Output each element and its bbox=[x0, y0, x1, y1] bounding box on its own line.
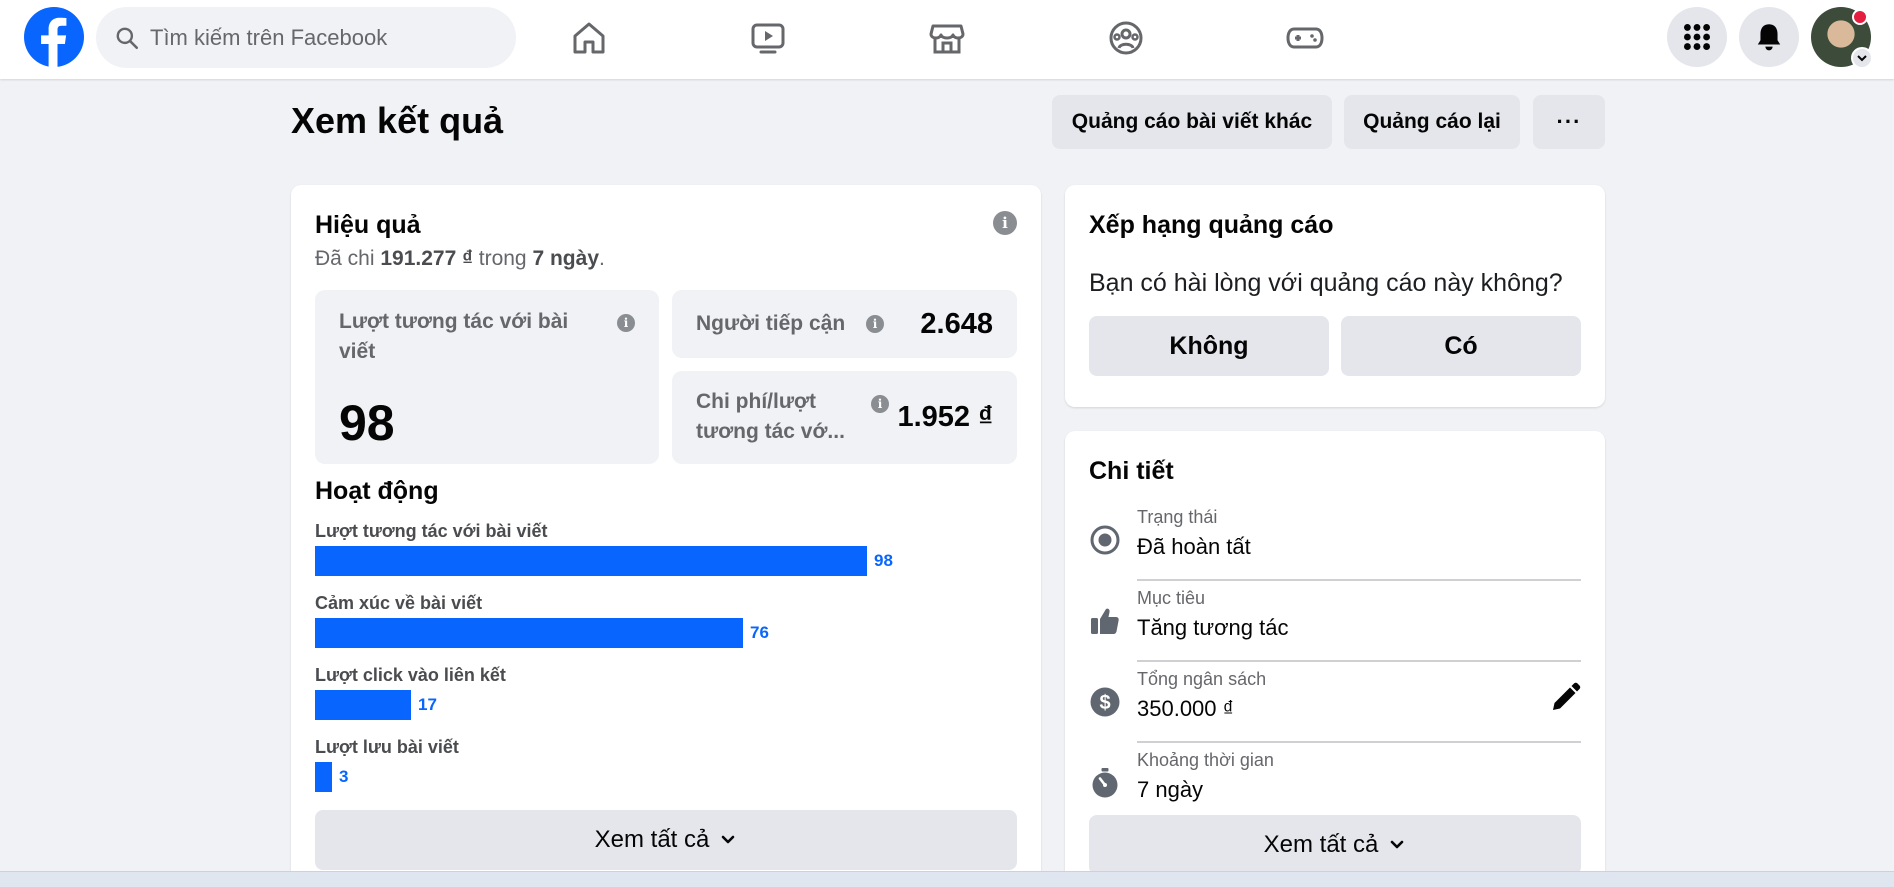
performance-info-icon[interactable]: i bbox=[993, 211, 1017, 235]
search-input[interactable] bbox=[150, 24, 480, 51]
ad-rating-card: Xếp hạng quảng cáo Bạn có hài lòng với q… bbox=[1065, 185, 1605, 407]
detail-label-duration: Khoảng thời gian bbox=[1137, 750, 1274, 770]
activity-see-all-label: Xem tất cả bbox=[594, 826, 710, 853]
detail-value-budget: 350.000 ₫ bbox=[1137, 696, 1234, 721]
details-card: Chi tiết Trạng thái Đã hoàn tất Mục tiêu… bbox=[1065, 431, 1605, 887]
search-bar[interactable] bbox=[96, 7, 516, 68]
details-see-all-label: Xem tất cả bbox=[1263, 831, 1379, 858]
more-options-button[interactable]: ··· bbox=[1533, 95, 1605, 149]
engagement-metric-tile: Lượt tương tác với bài viết i 98 bbox=[315, 290, 659, 464]
details-title: Chi tiết bbox=[1089, 457, 1174, 485]
rating-yes-button[interactable]: Có bbox=[1341, 316, 1581, 376]
cost-per-engagement-tile: Chi phí/lượt tương tác vớ... i 1.952 ₫ bbox=[672, 371, 1017, 464]
activity-label-post-saves: Lượt lưu bài viết bbox=[315, 737, 459, 757]
engagement-metric-value: 98 bbox=[339, 395, 395, 451]
detail-value-status: Đã hoàn tất bbox=[1137, 534, 1251, 559]
activity-bar-reactions bbox=[315, 618, 743, 648]
activity-value-reactions: 76 bbox=[750, 623, 769, 642]
detail-row-duration: Khoảng thời gian 7 ngày bbox=[1089, 743, 1581, 824]
activity-bar-engagement bbox=[315, 546, 867, 576]
activity-title: Hoạt động bbox=[315, 477, 439, 505]
activity-bar-post-saves bbox=[315, 762, 332, 792]
reach-info-icon[interactable]: i bbox=[866, 315, 884, 333]
details-see-all-button[interactable]: Xem tất cả bbox=[1089, 815, 1581, 875]
activity-bar-link-clicks bbox=[315, 690, 411, 720]
detail-row-status: Trạng thái Đã hoàn tất bbox=[1089, 500, 1581, 581]
detail-row-budget: $ Tổng ngân sách 350.000 ₫ bbox=[1089, 662, 1581, 743]
page-title: Xem kết quả bbox=[291, 100, 504, 141]
groups-icon[interactable] bbox=[1100, 14, 1152, 62]
thumbs-up-icon bbox=[1091, 608, 1119, 634]
stopwatch-icon bbox=[1092, 768, 1118, 798]
menu-grid-icon[interactable] bbox=[1667, 7, 1727, 67]
reach-metric-tile: Người tiếp cận i 2.648 bbox=[672, 290, 1017, 358]
boost-other-post-button[interactable]: Quảng cáo bài viết khác bbox=[1052, 95, 1332, 149]
account-chevron-down-icon[interactable] bbox=[1851, 47, 1873, 69]
activity-label-engagement: Lượt tương tác với bài viết bbox=[315, 521, 548, 541]
engagement-metric-label: Lượt tương tác với bài viết bbox=[339, 310, 569, 363]
facebook-logo[interactable] bbox=[24, 7, 84, 67]
marketplace-icon[interactable] bbox=[921, 14, 973, 62]
edit-pencil-icon[interactable] bbox=[1549, 682, 1581, 714]
detail-value-objective: Tăng tương tác bbox=[1137, 615, 1289, 640]
top-navigation-bar bbox=[0, 0, 1894, 79]
chevron-down-icon bbox=[722, 835, 735, 844]
performance-card: Hiệu quả i Đã chi 191.277 ₫ trong 7 ngày… bbox=[291, 185, 1041, 887]
video-icon[interactable] bbox=[742, 14, 794, 62]
ad-rating-title: Xếp hạng quảng cáo bbox=[1089, 211, 1334, 239]
detail-row-objective: Mục tiêu Tăng tương tác bbox=[1089, 581, 1581, 662]
performance-title: Hiệu quả bbox=[315, 211, 421, 239]
activity-value-link-clicks: 17 bbox=[418, 695, 437, 714]
home-icon[interactable] bbox=[563, 14, 615, 62]
detail-value-duration: 7 ngày bbox=[1137, 777, 1204, 802]
boost-again-button[interactable]: Quảng cáo lại bbox=[1344, 95, 1520, 149]
detail-label-status: Trạng thái bbox=[1137, 507, 1218, 527]
status-radio-icon bbox=[1090, 525, 1120, 555]
rating-no-button[interactable]: Không bbox=[1089, 316, 1329, 376]
cost-per-engagement-value: 1.952 ₫ bbox=[897, 401, 993, 433]
detail-label-budget: Tổng ngân sách bbox=[1137, 669, 1267, 689]
activity-see-all-button[interactable]: Xem tất cả bbox=[315, 810, 1017, 870]
svg-text:$: $ bbox=[1099, 692, 1110, 714]
detail-label-objective: Mục tiêu bbox=[1137, 588, 1206, 608]
os-taskbar-edge bbox=[0, 871, 1894, 887]
ad-rating-question: Bạn có hài lòng với quảng cáo này không? bbox=[1089, 269, 1563, 297]
chevron-down-icon bbox=[1391, 840, 1404, 849]
dollar-icon: $ bbox=[1090, 687, 1120, 717]
reach-metric-label: Người tiếp cận bbox=[696, 312, 846, 335]
gaming-icon[interactable] bbox=[1279, 14, 1331, 62]
spent-summary: Đã chi 191.277 ₫ trong 7 ngày. bbox=[315, 247, 605, 270]
activity-value-engagement: 98 bbox=[874, 551, 893, 570]
cost-info-icon[interactable]: i bbox=[871, 395, 889, 413]
activity-label-link-clicks: Lượt click vào liên kết bbox=[315, 665, 506, 685]
notification-dot bbox=[1852, 9, 1868, 25]
reach-metric-value: 2.648 bbox=[920, 308, 993, 340]
activity-label-reactions: Cảm xúc về bài viết bbox=[315, 593, 483, 613]
engagement-info-icon[interactable]: i bbox=[617, 314, 635, 332]
cost-per-engagement-label: Chi phí/lượt tương tác vớ... bbox=[696, 390, 845, 443]
search-icon bbox=[116, 27, 139, 49]
notifications-bell-icon[interactable] bbox=[1739, 7, 1799, 67]
activity-value-post-saves: 3 bbox=[339, 767, 349, 786]
